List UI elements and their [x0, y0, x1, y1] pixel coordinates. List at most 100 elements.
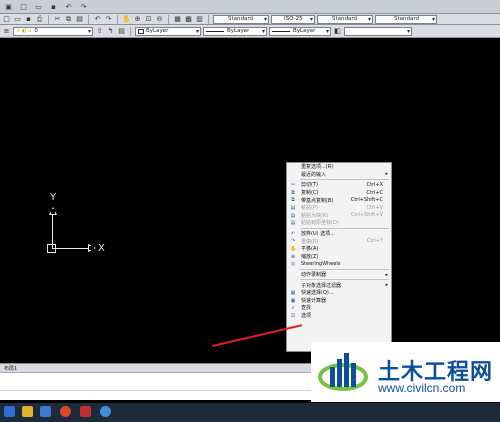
- linetype-value: ByLayer: [227, 28, 250, 34]
- context-menu-item[interactable]: 重复选项...(R): [287, 163, 391, 171]
- context-menu-item[interactable]: ⊕ 缩放(Z): [287, 253, 391, 261]
- menu-item-shortcut: Ctrl+Shift+C: [350, 197, 383, 204]
- redo-icon: ↷: [290, 238, 296, 245]
- new-icon[interactable]: □: [19, 2, 28, 11]
- context-menu-item[interactable]: ☑ 选项: [287, 312, 391, 320]
- linetype-select[interactable]: ByLayer: [203, 26, 267, 36]
- zoom-prev-icon[interactable]: ⊖: [155, 15, 164, 24]
- open-icon[interactable]: ▭: [34, 2, 43, 11]
- start-icon[interactable]: [4, 406, 15, 417]
- ucs-x-label: X: [98, 243, 105, 254]
- explorer-icon[interactable]: [22, 406, 33, 417]
- context-menu-item[interactable]: ▤ 粘贴到原坐标(D): [287, 219, 391, 227]
- properties-icon[interactable]: ▦: [173, 15, 182, 24]
- menu-item-label: 重复选项...(R): [301, 164, 334, 171]
- color-swatch: [138, 28, 144, 34]
- context-menu-item[interactable]: ✋ 平移(A): [287, 245, 391, 253]
- autocad-icon[interactable]: [80, 406, 91, 417]
- layer-value: 0: [34, 28, 38, 34]
- copy-base-icon: ⧉: [291, 197, 295, 204]
- menu-item-label: 缩放(Z): [301, 253, 319, 260]
- cut-toolbar-icon[interactable]: ✂: [53, 15, 62, 24]
- context-menu-item[interactable]: ↶ 放弃(U) 选项...: [287, 230, 391, 238]
- paste-toolbar-icon[interactable]: ▤: [75, 15, 84, 24]
- make-current-icon[interactable]: ⇧: [95, 27, 104, 36]
- context-menu-item[interactable]: ▣ 快速计算器: [287, 297, 391, 305]
- lineweight-value: ByLayer: [293, 28, 316, 34]
- layers-toolbar: ≡ ☼ ◐ ▫0 ⇧ ↰ ▤ ByLayer ByLayer ByLayer ◧: [0, 25, 500, 38]
- text-style-select[interactable]: Standard: [213, 14, 269, 24]
- pan-toolbar-icon[interactable]: ✋: [122, 15, 131, 24]
- menu-item-shortcut: Ctrl+Y: [366, 238, 383, 245]
- layer-state-icon[interactable]: ▤: [117, 27, 126, 36]
- multileader-style-value: Standard: [394, 16, 420, 22]
- copy-toolbar-icon[interactable]: ⧉: [64, 15, 73, 24]
- context-menu-item[interactable]: ⌕ 查找: [287, 304, 391, 312]
- dim-style-select[interactable]: ISO-25: [271, 14, 315, 24]
- color-select[interactable]: ByLayer: [135, 26, 201, 36]
- save-file-icon[interactable]: ▪: [24, 15, 33, 24]
- new-file-icon[interactable]: □: [2, 15, 11, 24]
- ucs-origin-icon: [47, 244, 56, 253]
- context-menu-item[interactable]: 最近的输入 ▸: [287, 171, 391, 179]
- context-menu-item[interactable]: 子对象选择过滤器 ▸: [287, 281, 391, 289]
- context-menu-item[interactable]: ▤ 粘贴为块(K) Ctrl+Shift+V: [287, 212, 391, 220]
- menu-item-shortcut: Ctrl+C: [366, 189, 383, 196]
- save-icon[interactable]: ▪: [49, 2, 58, 11]
- drawing-canvas[interactable]: [0, 38, 500, 363]
- open-file-icon[interactable]: ▭: [13, 15, 22, 24]
- context-menu-item[interactable]: ✂ 剪切(T) Ctrl+X: [287, 181, 391, 189]
- menu-separator: [300, 268, 389, 270]
- lineweight-select[interactable]: ByLayer: [269, 26, 331, 36]
- menu-item-label: 粘贴为块(K): [301, 212, 329, 219]
- context-menu-item[interactable]: ↷ 重做(R) Ctrl+Y: [287, 237, 391, 245]
- menu-item-label: 粘贴(P): [301, 205, 318, 212]
- plot-style-icon[interactable]: ◧: [333, 27, 342, 36]
- qselect-icon: ▦: [290, 289, 296, 296]
- undo-icon-tb[interactable]: ↶: [93, 15, 102, 24]
- menu-item-label: 平移(A): [301, 246, 319, 253]
- zoom-realtime-icon[interactable]: ⊕: [133, 15, 142, 24]
- text-style-value: Standard: [228, 16, 254, 22]
- menu-item-label: 查找: [301, 305, 312, 312]
- layer-manager-icon[interactable]: ≡: [2, 27, 11, 36]
- tab-layout[interactable]: 布局1: [4, 365, 17, 372]
- app-icon[interactable]: [100, 406, 111, 417]
- zoom-icon: ⊕: [290, 253, 296, 260]
- menu-item-label: 子对象选择过滤器: [301, 282, 342, 289]
- browser-icon[interactable]: [60, 406, 71, 417]
- dim-style-value: ISO-25: [284, 16, 303, 22]
- menu-item-label: 重做(R): [301, 238, 319, 245]
- context-menu-item[interactable]: ⧉ 复制(C) Ctrl+C: [287, 189, 391, 197]
- multileader-style-select[interactable]: Standard: [375, 14, 437, 24]
- scissors-icon: ✂: [290, 182, 296, 189]
- redo-icon-tb[interactable]: ↷: [104, 15, 113, 24]
- mail-icon[interactable]: [40, 406, 51, 417]
- context-menu-item[interactable]: ▤ 粘贴(P) Ctrl+V: [287, 204, 391, 212]
- plot-style-select[interactable]: [344, 26, 412, 36]
- layer-previous-icon[interactable]: ↰: [106, 27, 115, 36]
- wheel-icon: ◎: [290, 261, 296, 268]
- menu-item-label: 复制(C): [301, 190, 319, 197]
- table-style-select[interactable]: Standard: [317, 14, 373, 24]
- zoom-window-icon[interactable]: ⊡: [144, 15, 153, 24]
- context-menu-item[interactable]: ⧉ 带基点复制(B) Ctrl+Shift+C: [287, 196, 391, 204]
- submenu-arrow-icon: ▸: [385, 171, 388, 178]
- submenu-arrow-icon: ▸: [385, 282, 388, 289]
- paste-orig-icon: ▤: [290, 220, 296, 227]
- options-icon: ☑: [290, 312, 296, 319]
- context-menu-item[interactable]: ◎ SteeringWheels: [287, 260, 391, 268]
- title-bar: ▣ □ ▭ ▪ ↶ ↷: [0, 0, 500, 14]
- app-menu-icon[interactable]: ▣: [4, 2, 13, 11]
- watermark-logo-icon: [318, 353, 368, 391]
- context-menu-item[interactable]: ▦ 快速选择(Q)...: [287, 289, 391, 297]
- color-value: ByLayer: [146, 28, 169, 34]
- paste-block-icon: ▤: [290, 212, 296, 219]
- tool-palette-icon[interactable]: ▥: [195, 15, 204, 24]
- redo-toolbar-icon[interactable]: ↷: [79, 2, 88, 11]
- print-icon[interactable]: ⎙: [35, 15, 44, 24]
- context-menu-item[interactable]: 动作录制器 ▸: [287, 271, 391, 279]
- undo-toolbar-icon[interactable]: ↶: [64, 2, 73, 11]
- layer-select[interactable]: ☼ ◐ ▫ 0: [13, 26, 93, 36]
- design-center-icon[interactable]: ▩: [184, 15, 193, 24]
